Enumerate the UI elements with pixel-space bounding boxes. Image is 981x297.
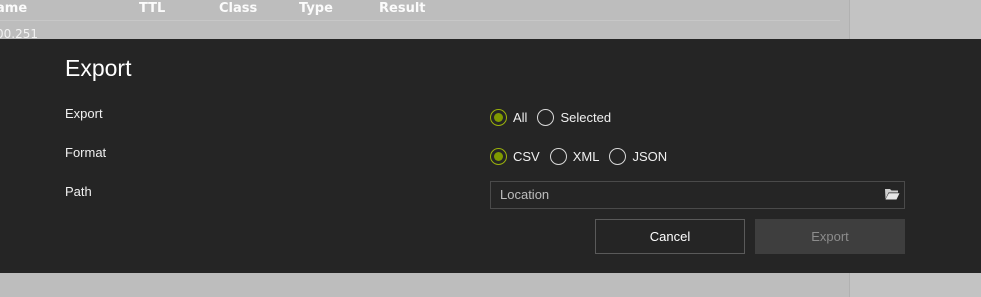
- format-radio-group: CSV XML JSON: [490, 148, 677, 165]
- export-scope-label: Export: [65, 106, 103, 121]
- column-header-result: Result: [379, 1, 426, 16]
- radio-xml[interactable]: XML: [549, 148, 600, 165]
- format-label: Format: [65, 145, 107, 160]
- radio-csv-label: CSV: [513, 149, 540, 164]
- radio-json-label: JSON: [632, 149, 668, 164]
- radio-circle-icon: [537, 109, 555, 126]
- export-button[interactable]: Export: [755, 219, 905, 254]
- export-dialog: Export Export Format Path All Selected C…: [0, 39, 981, 273]
- radio-selected-label: Selected: [560, 110, 612, 125]
- radio-circle-icon: [609, 148, 627, 165]
- column-header-name: ame: [0, 1, 28, 16]
- column-header-class: Class: [219, 1, 258, 16]
- export-scope-radio-group: All Selected: [490, 109, 621, 126]
- column-header-ttl: TTL: [139, 1, 166, 16]
- radio-circle-icon: [549, 148, 567, 165]
- column-header-type: Type: [299, 1, 333, 16]
- radio-csv[interactable]: CSV: [490, 148, 540, 165]
- radio-circle-icon: [490, 109, 507, 126]
- folder-open-icon[interactable]: [884, 187, 900, 201]
- header-divider: [0, 20, 840, 21]
- dialog-title: Export: [65, 55, 132, 81]
- radio-all-label: All: [513, 110, 528, 125]
- cancel-button[interactable]: Cancel: [595, 219, 745, 254]
- path-location-input[interactable]: Location: [490, 181, 905, 209]
- radio-all[interactable]: All: [490, 109, 527, 126]
- path-label: Path: [65, 184, 92, 199]
- radio-selected[interactable]: Selected: [537, 109, 611, 126]
- radio-xml-label: XML: [572, 149, 600, 164]
- radio-json[interactable]: JSON: [609, 148, 667, 165]
- radio-circle-icon: [490, 148, 507, 165]
